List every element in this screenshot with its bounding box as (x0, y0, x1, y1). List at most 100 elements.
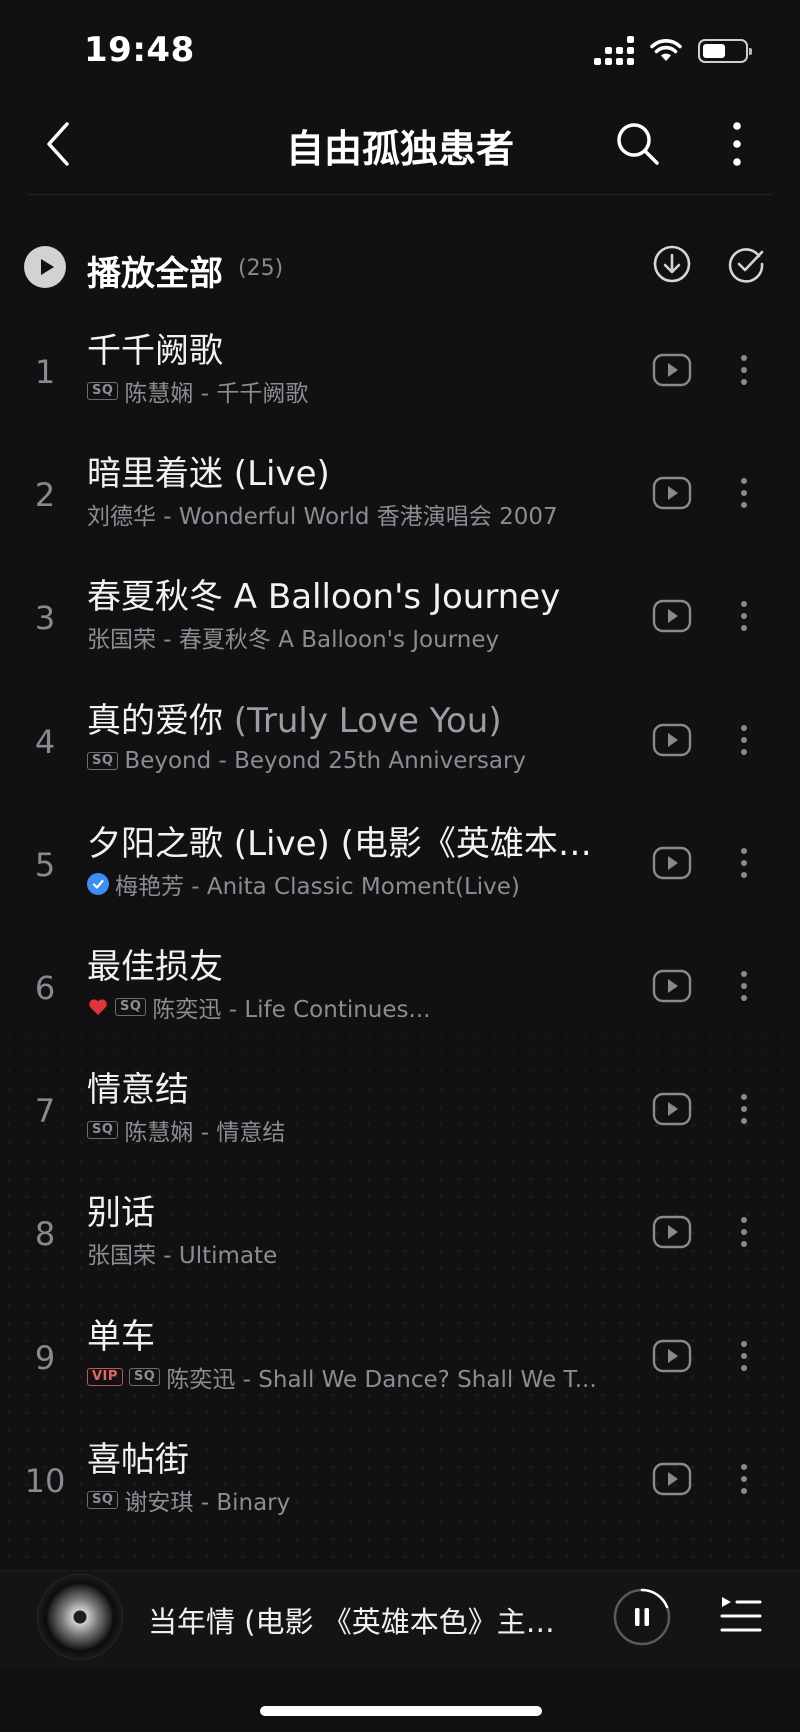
play-video-icon[interactable] (652, 1089, 692, 1129)
song-index: 7 (34, 1092, 56, 1130)
play-video-icon[interactable] (652, 596, 692, 636)
song-artist-album: 谢安琪 - Binary (124, 1490, 291, 1515)
play-video-icon[interactable] (652, 350, 692, 390)
song-index: 6 (34, 969, 56, 1007)
more-options-button[interactable] (714, 116, 760, 172)
song-title-suffix: (Truly Love You) (223, 701, 502, 741)
nav-bar: 自由孤独患者 (0, 100, 800, 196)
play-video-icon[interactable] (652, 966, 692, 1006)
song-more-button[interactable] (726, 1459, 762, 1499)
status-time: 19:48 (84, 30, 195, 70)
song-artist-album: 刘德华 - Wonderful World 香港演唱会 2007 (87, 504, 558, 529)
album-art-disc[interactable] (38, 1575, 122, 1659)
more-vertical-icon (741, 848, 747, 878)
song-artist-album: 陈慧娴 - 情意结 (124, 1120, 286, 1145)
search-icon (617, 123, 659, 165)
song-more-button[interactable] (726, 1089, 762, 1129)
play-video-icon[interactable] (652, 1459, 692, 1499)
song-title-text: 真的爱你 (87, 701, 223, 741)
more-vertical-icon (741, 601, 747, 631)
sq-quality-badge: SQ (87, 1121, 119, 1139)
song-more-button[interactable] (726, 473, 762, 513)
song-title-text: 喜帖街 (87, 1440, 189, 1480)
song-more-button[interactable] (726, 1336, 762, 1376)
wifi-icon (650, 38, 682, 61)
play-all-label[interactable]: 播放全部 (87, 246, 223, 295)
song-title-text: 暗里着迷 (Live) (87, 454, 330, 494)
now-playing-title[interactable]: 当年情 (电影 《英雄本色》主… (148, 1599, 558, 1641)
sq-quality-badge: SQ (115, 998, 147, 1016)
verified-check-icon (87, 873, 109, 895)
status-icons (594, 36, 752, 65)
multi-select-icon[interactable] (726, 244, 766, 284)
song-title-text: 单车 (87, 1317, 155, 1357)
song-row[interactable]: 6 最佳损友 SQ 陈奕迅 - Life Continues... (0, 932, 800, 1055)
song-row[interactable]: 5 夕阳之歌 (Live) (电影《英雄本… 梅艳芳 - Anita Classic… (0, 809, 800, 932)
cellular-signal-icon (594, 36, 634, 65)
play-video-icon[interactable] (652, 843, 692, 883)
play-video-icon[interactable] (652, 720, 692, 760)
song-subtitle-row: SQ 谢安琪 - Binary (87, 1485, 617, 1515)
song-more-button[interactable] (726, 350, 762, 390)
play-video-icon[interactable] (652, 1212, 692, 1252)
sq-quality-badge: SQ (87, 1491, 119, 1509)
song-row[interactable]: 1 千千阙歌 SQ 陈慧娴 - 千千阙歌 (0, 316, 800, 439)
play-all-row: 播放全部 (25) (0, 236, 800, 300)
pause-icon[interactable] (612, 1587, 672, 1647)
song-subtitle-row: SQ 陈慧娴 - 千千阙歌 (87, 376, 617, 406)
song-index: 10 (24, 1462, 66, 1500)
nav-divider (28, 194, 772, 195)
song-index: 4 (34, 723, 56, 761)
song-more-button[interactable] (726, 596, 762, 636)
chevron-left-icon (47, 122, 69, 166)
song-artist-album: 陈奕迅 - Shall We Dance? Shall We T... (166, 1367, 597, 1392)
song-index: 9 (34, 1339, 56, 1377)
song-row[interactable]: 9 单车 VIP SQ 陈奕迅 - Shall We Dance? Shall We T… (0, 1302, 800, 1425)
download-icon[interactable] (652, 244, 692, 284)
liked-heart-icon (87, 997, 109, 1017)
song-title-text: 夕阳之歌 (Live) (电影《英雄本… (87, 824, 592, 864)
song-row[interactable]: 3 春夏秋冬 A Balloon's Journey 张国荣 - 春夏秋冬 A Ba… (0, 562, 800, 685)
song-index: 8 (34, 1215, 56, 1253)
song-row[interactable]: 4 真的爱你 (Truly Love You) SQ Beyond - Beyond … (0, 686, 800, 809)
song-row[interactable]: 7 情意结 SQ 陈慧娴 - 情意结 (0, 1055, 800, 1178)
song-title: 单车 (87, 1309, 607, 1358)
song-title-text: 最佳损友 (87, 947, 223, 987)
more-vertical-icon (741, 1217, 747, 1247)
song-artist-album: 陈慧娴 - 千千阙歌 (124, 381, 309, 406)
song-artist-album: 张国荣 - Ultimate (87, 1243, 278, 1268)
song-row[interactable]: 8 别话张国荣 - Ultimate (0, 1178, 800, 1301)
song-title-text: 别话 (87, 1193, 155, 1233)
more-vertical-icon (741, 725, 747, 755)
song-row[interactable]: 10 喜帖街 SQ 谢安琪 - Binary (0, 1425, 800, 1548)
song-more-button[interactable] (726, 720, 762, 760)
song-title: 千千阙歌 (87, 323, 607, 372)
song-title: 最佳损友 (87, 939, 607, 988)
song-title: 暗里着迷 (Live) (87, 446, 607, 495)
back-button[interactable] (36, 116, 80, 172)
song-more-button[interactable] (726, 966, 762, 1006)
search-button[interactable] (612, 116, 664, 172)
song-artist-album: 张国荣 - 春夏秋冬 A Balloon's Journey (87, 627, 500, 652)
song-more-button[interactable] (726, 1212, 762, 1252)
song-title: 夕阳之歌 (Live) (电影《英雄本… (87, 816, 607, 865)
song-title-text: 千千阙歌 (87, 331, 223, 371)
more-vertical-icon (741, 1341, 747, 1371)
home-indicator[interactable] (260, 1706, 542, 1716)
song-subtitle-row: 刘德华 - Wonderful World 香港演唱会 2007 (87, 499, 617, 529)
song-title: 真的爱你 (Truly Love You) (87, 693, 607, 742)
playlist-icon[interactable] (718, 1593, 764, 1639)
mini-player[interactable]: 当年情 (电影 《英雄本色》主… (0, 1570, 800, 1667)
song-row[interactable]: 2 暗里着迷 (Live) 刘德华 - Wonderful World 香港演唱会 … (0, 439, 800, 562)
song-subtitle-row: SQ 陈奕迅 - Life Continues... (87, 992, 617, 1022)
song-subtitle-row: SQ Beyond - Beyond 25th Anniversary (87, 746, 617, 776)
song-more-button[interactable] (726, 843, 762, 883)
more-vertical-icon (741, 355, 747, 385)
song-index: 2 (34, 476, 56, 514)
play-all-button[interactable] (24, 246, 66, 288)
song-artist-album: Beyond - Beyond 25th Anniversary (124, 748, 527, 774)
play-video-icon[interactable] (652, 1336, 692, 1376)
more-vertical-icon (733, 122, 741, 166)
play-video-icon[interactable] (652, 473, 692, 513)
song-subtitle-row: VIP SQ 陈奕迅 - Shall We Dance? Shall We T... (87, 1362, 617, 1392)
